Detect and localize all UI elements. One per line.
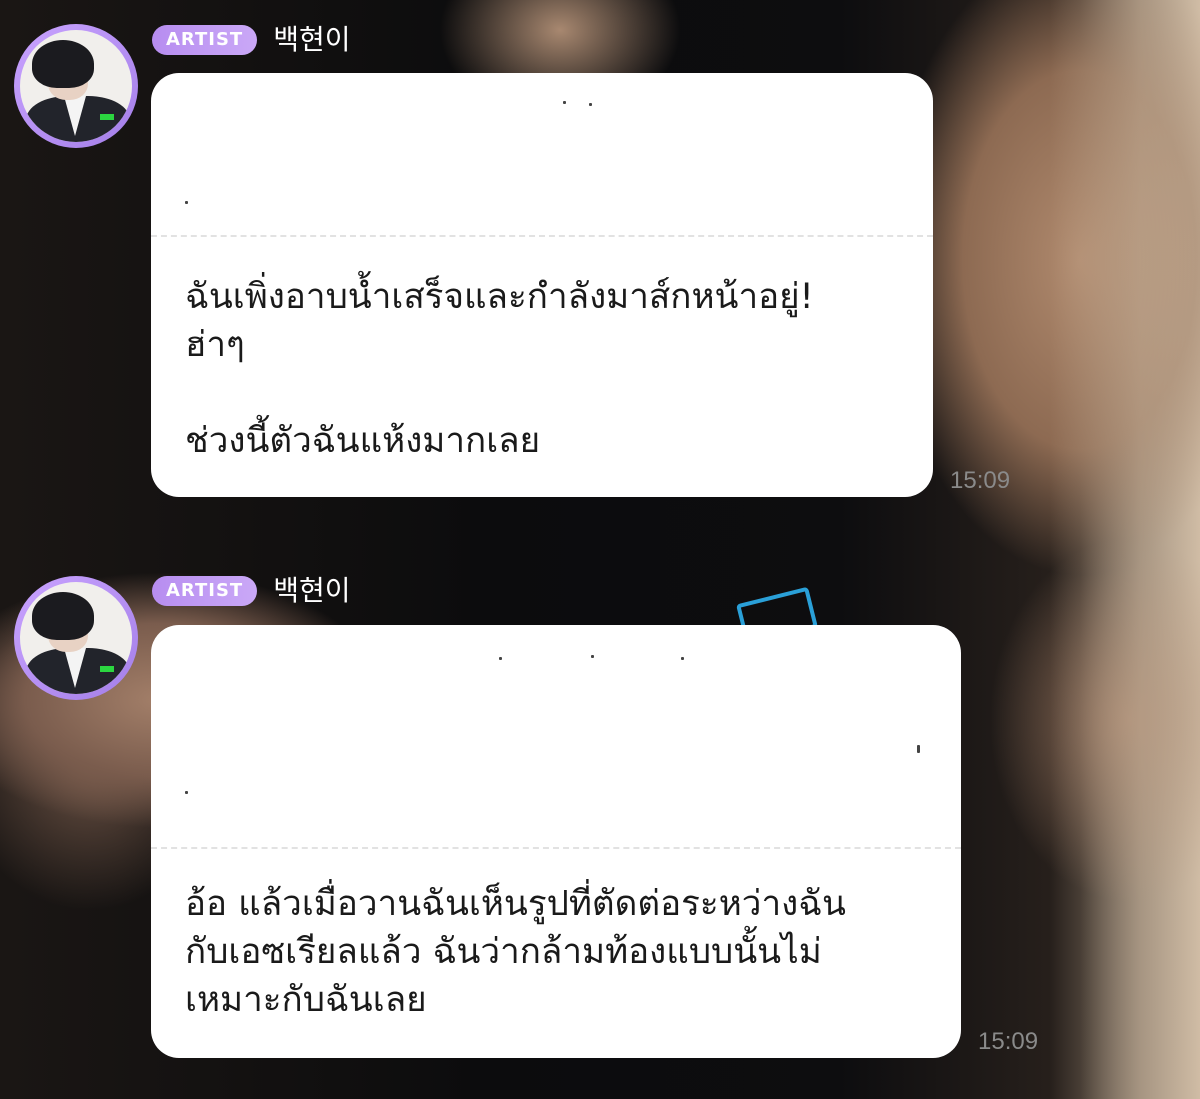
profile-photo-icon (20, 582, 132, 694)
message-line: ฮ่าๆ (185, 325, 245, 365)
message-line (185, 369, 909, 417)
message-line: อ้อ แล้วเมื่อวานฉันเห็นรูปที่ตัดต่อระหว่… (185, 884, 846, 924)
message-line: เหมาะกับฉันเลย (185, 980, 427, 1020)
sender-name[interactable]: 백현이 (273, 575, 350, 607)
sender-name[interactable]: 백현이 (273, 24, 350, 56)
message-bubble[interactable]: ฉันเพิ่งอาบน้ำเสร็จและกำลังมาส์กหน้าอยู่… (151, 73, 933, 497)
background-wall (1050, 0, 1200, 1099)
message-time: 15:09 (978, 1028, 1039, 1055)
avatar[interactable] (14, 576, 138, 700)
message-header: ARTIST 백현이 (152, 575, 350, 607)
message-line: ฉันเพิ่งอาบน้ำเสร็จและกำลังมาส์กหน้าอยู่… (185, 277, 814, 317)
message-text: ฉันเพิ่งอาบน้ำเสร็จและกำลังมาส์กหน้าอยู่… (185, 273, 909, 465)
bubble-divider (151, 235, 933, 237)
message-line: กับเอซเรียลแล้ว ฉันว่ากล้ามท้องแบบนั้นไม… (185, 932, 822, 972)
avatar[interactable] (14, 24, 138, 148)
message-header: ARTIST 백현이 (152, 24, 350, 56)
message-bubble[interactable]: อ้อ แล้วเมื่อวานฉันเห็นรูปที่ตัดต่อระหว่… (151, 625, 961, 1058)
message-time: 15:09 (950, 467, 1011, 494)
message-line: ช่วงนี้ตัวฉันแห้งมากเลย (185, 421, 541, 461)
artist-badge: ARTIST (152, 25, 258, 55)
bubble-divider (151, 847, 961, 849)
artist-badge: ARTIST (152, 576, 258, 606)
message-text: อ้อ แล้วเมื่อวานฉันเห็นรูปที่ตัดต่อระหว่… (185, 880, 937, 1024)
redacted-area (151, 73, 933, 233)
redacted-area (151, 625, 961, 845)
profile-photo-icon (20, 30, 132, 142)
